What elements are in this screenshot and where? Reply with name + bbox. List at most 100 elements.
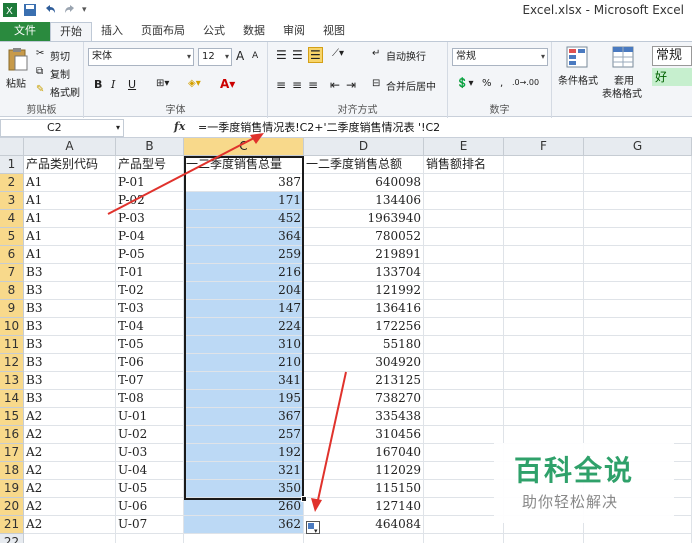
table-cell[interactable] <box>504 228 584 246</box>
table-cell[interactable]: U-04 <box>116 462 184 480</box>
table-cell[interactable]: T-03 <box>116 300 184 318</box>
table-cell[interactable] <box>584 426 692 444</box>
table-cell[interactable]: B3 <box>24 354 116 372</box>
table-cell[interactable]: T-05 <box>116 336 184 354</box>
cut-icon[interactable]: ✂ <box>36 48 44 59</box>
table-cell[interactable]: A2 <box>24 462 116 480</box>
name-box[interactable]: C2 ▾ <box>0 119 124 137</box>
row-header[interactable]: 6 <box>0 246 24 264</box>
shrink-font-button[interactable]: A <box>252 51 258 61</box>
tab-review[interactable]: 审阅 <box>274 22 314 41</box>
table-cell[interactable] <box>584 228 692 246</box>
font-size-select[interactable]: 12 ▾ <box>198 48 232 66</box>
table-cell[interactable]: P-05 <box>116 246 184 264</box>
table-cell[interactable]: A1 <box>24 192 116 210</box>
table-cell[interactable] <box>584 246 692 264</box>
table-cell[interactable]: 192 <box>184 444 304 462</box>
row-header[interactable]: 22 <box>0 534 24 543</box>
table-cell[interactable]: P-02 <box>116 192 184 210</box>
empty-cell[interactable] <box>584 534 692 543</box>
table-cell[interactable] <box>504 300 584 318</box>
conditional-format-icon[interactable] <box>566 46 588 68</box>
table-cell[interactable]: P-03 <box>116 210 184 228</box>
table-cell[interactable]: P-04 <box>116 228 184 246</box>
fill-color-icon[interactable]: ◈▾ <box>188 78 201 89</box>
table-cell[interactable]: 387 <box>184 174 304 192</box>
table-cell[interactable]: 452 <box>184 210 304 228</box>
table-cell[interactable]: A2 <box>24 426 116 444</box>
align-bottom-icon[interactable]: ☰ <box>308 47 323 63</box>
table-cell[interactable]: T-07 <box>116 372 184 390</box>
paste-icon[interactable] <box>6 46 30 74</box>
cut-button[interactable]: 剪切 <box>50 48 70 63</box>
copy-button[interactable]: 复制 <box>50 66 70 81</box>
row-header[interactable]: 17 <box>0 444 24 462</box>
underline-button[interactable]: U <box>128 78 136 91</box>
empty-cell[interactable] <box>304 534 424 543</box>
row-header[interactable]: 18 <box>0 462 24 480</box>
table-cell[interactable] <box>584 264 692 282</box>
row-header[interactable]: 8 <box>0 282 24 300</box>
style-normal[interactable]: 常规 <box>652 46 692 66</box>
table-cell[interactable]: 310456 <box>304 426 424 444</box>
column-header-c[interactable]: C <box>184 138 304 156</box>
merge-center-icon[interactable]: ⊟ <box>372 78 380 89</box>
column-header-f[interactable]: F <box>504 138 584 156</box>
column-header-a[interactable]: A <box>24 138 116 156</box>
borders-icon[interactable]: ⊞▾ <box>156 78 169 89</box>
table-cell[interactable] <box>424 264 504 282</box>
table-cell[interactable] <box>504 192 584 210</box>
number-format-select[interactable]: 常规 ▾ <box>452 48 548 66</box>
table-cell[interactable]: T-01 <box>116 264 184 282</box>
header-cell[interactable]: 产品型号 <box>116 156 184 174</box>
table-cell[interactable]: B3 <box>24 318 116 336</box>
table-cell[interactable] <box>584 192 692 210</box>
orientation-icon[interactable]: ⟋▾ <box>332 48 344 59</box>
header-cell[interactable] <box>504 156 584 174</box>
table-cell[interactable]: 112029 <box>304 462 424 480</box>
row-header[interactable]: 15 <box>0 408 24 426</box>
wrap-text-icon[interactable]: ↵ <box>372 48 380 59</box>
table-cell[interactable]: 213125 <box>304 372 424 390</box>
empty-cell[interactable] <box>24 534 116 543</box>
table-cell[interactable]: 260 <box>184 498 304 516</box>
empty-cell[interactable] <box>424 534 504 543</box>
header-cell[interactable]: 一二季度销售总量 <box>184 156 304 174</box>
increase-indent-icon[interactable]: ⇥ <box>346 78 356 92</box>
tab-data[interactable]: 数据 <box>234 22 274 41</box>
table-cell[interactable]: A2 <box>24 408 116 426</box>
table-cell[interactable] <box>504 174 584 192</box>
table-cell[interactable]: 304920 <box>304 354 424 372</box>
table-cell[interactable] <box>504 390 584 408</box>
formula-input[interactable]: =一季度销售情况表!C2+'二季度销售情况表 '!C2 <box>190 119 692 137</box>
table-cell[interactable] <box>504 408 584 426</box>
row-header[interactable]: 14 <box>0 390 24 408</box>
conditional-format-button[interactable]: 条件格式 <box>558 72 598 87</box>
format-as-table-icon[interactable] <box>612 46 634 68</box>
empty-cell[interactable] <box>116 534 184 543</box>
table-cell[interactable] <box>504 282 584 300</box>
table-cell[interactable]: 259 <box>184 246 304 264</box>
table-cell[interactable]: B3 <box>24 264 116 282</box>
table-cell[interactable]: 172256 <box>304 318 424 336</box>
table-cell[interactable] <box>424 228 504 246</box>
table-cell[interactable]: 55180 <box>304 336 424 354</box>
align-center-icon[interactable]: ≡ <box>292 78 302 92</box>
tab-page-layout[interactable]: 页面布局 <box>132 22 194 41</box>
row-header[interactable]: 9 <box>0 300 24 318</box>
table-cell[interactable]: 204 <box>184 282 304 300</box>
table-cell[interactable]: T-08 <box>116 390 184 408</box>
table-cell[interactable] <box>424 282 504 300</box>
table-cell[interactable] <box>584 354 692 372</box>
table-cell[interactable]: T-04 <box>116 318 184 336</box>
table-cell[interactable] <box>424 318 504 336</box>
paste-button[interactable]: 粘贴 <box>6 75 26 90</box>
copy-icon[interactable]: ⧉ <box>36 66 43 77</box>
table-cell[interactable]: 321 <box>184 462 304 480</box>
table-cell[interactable] <box>424 210 504 228</box>
table-cell[interactable] <box>504 318 584 336</box>
row-header[interactable]: 16 <box>0 426 24 444</box>
table-cell[interactable] <box>424 462 504 480</box>
table-cell[interactable] <box>424 426 504 444</box>
decrease-indent-icon[interactable]: ⇤ <box>330 78 340 92</box>
